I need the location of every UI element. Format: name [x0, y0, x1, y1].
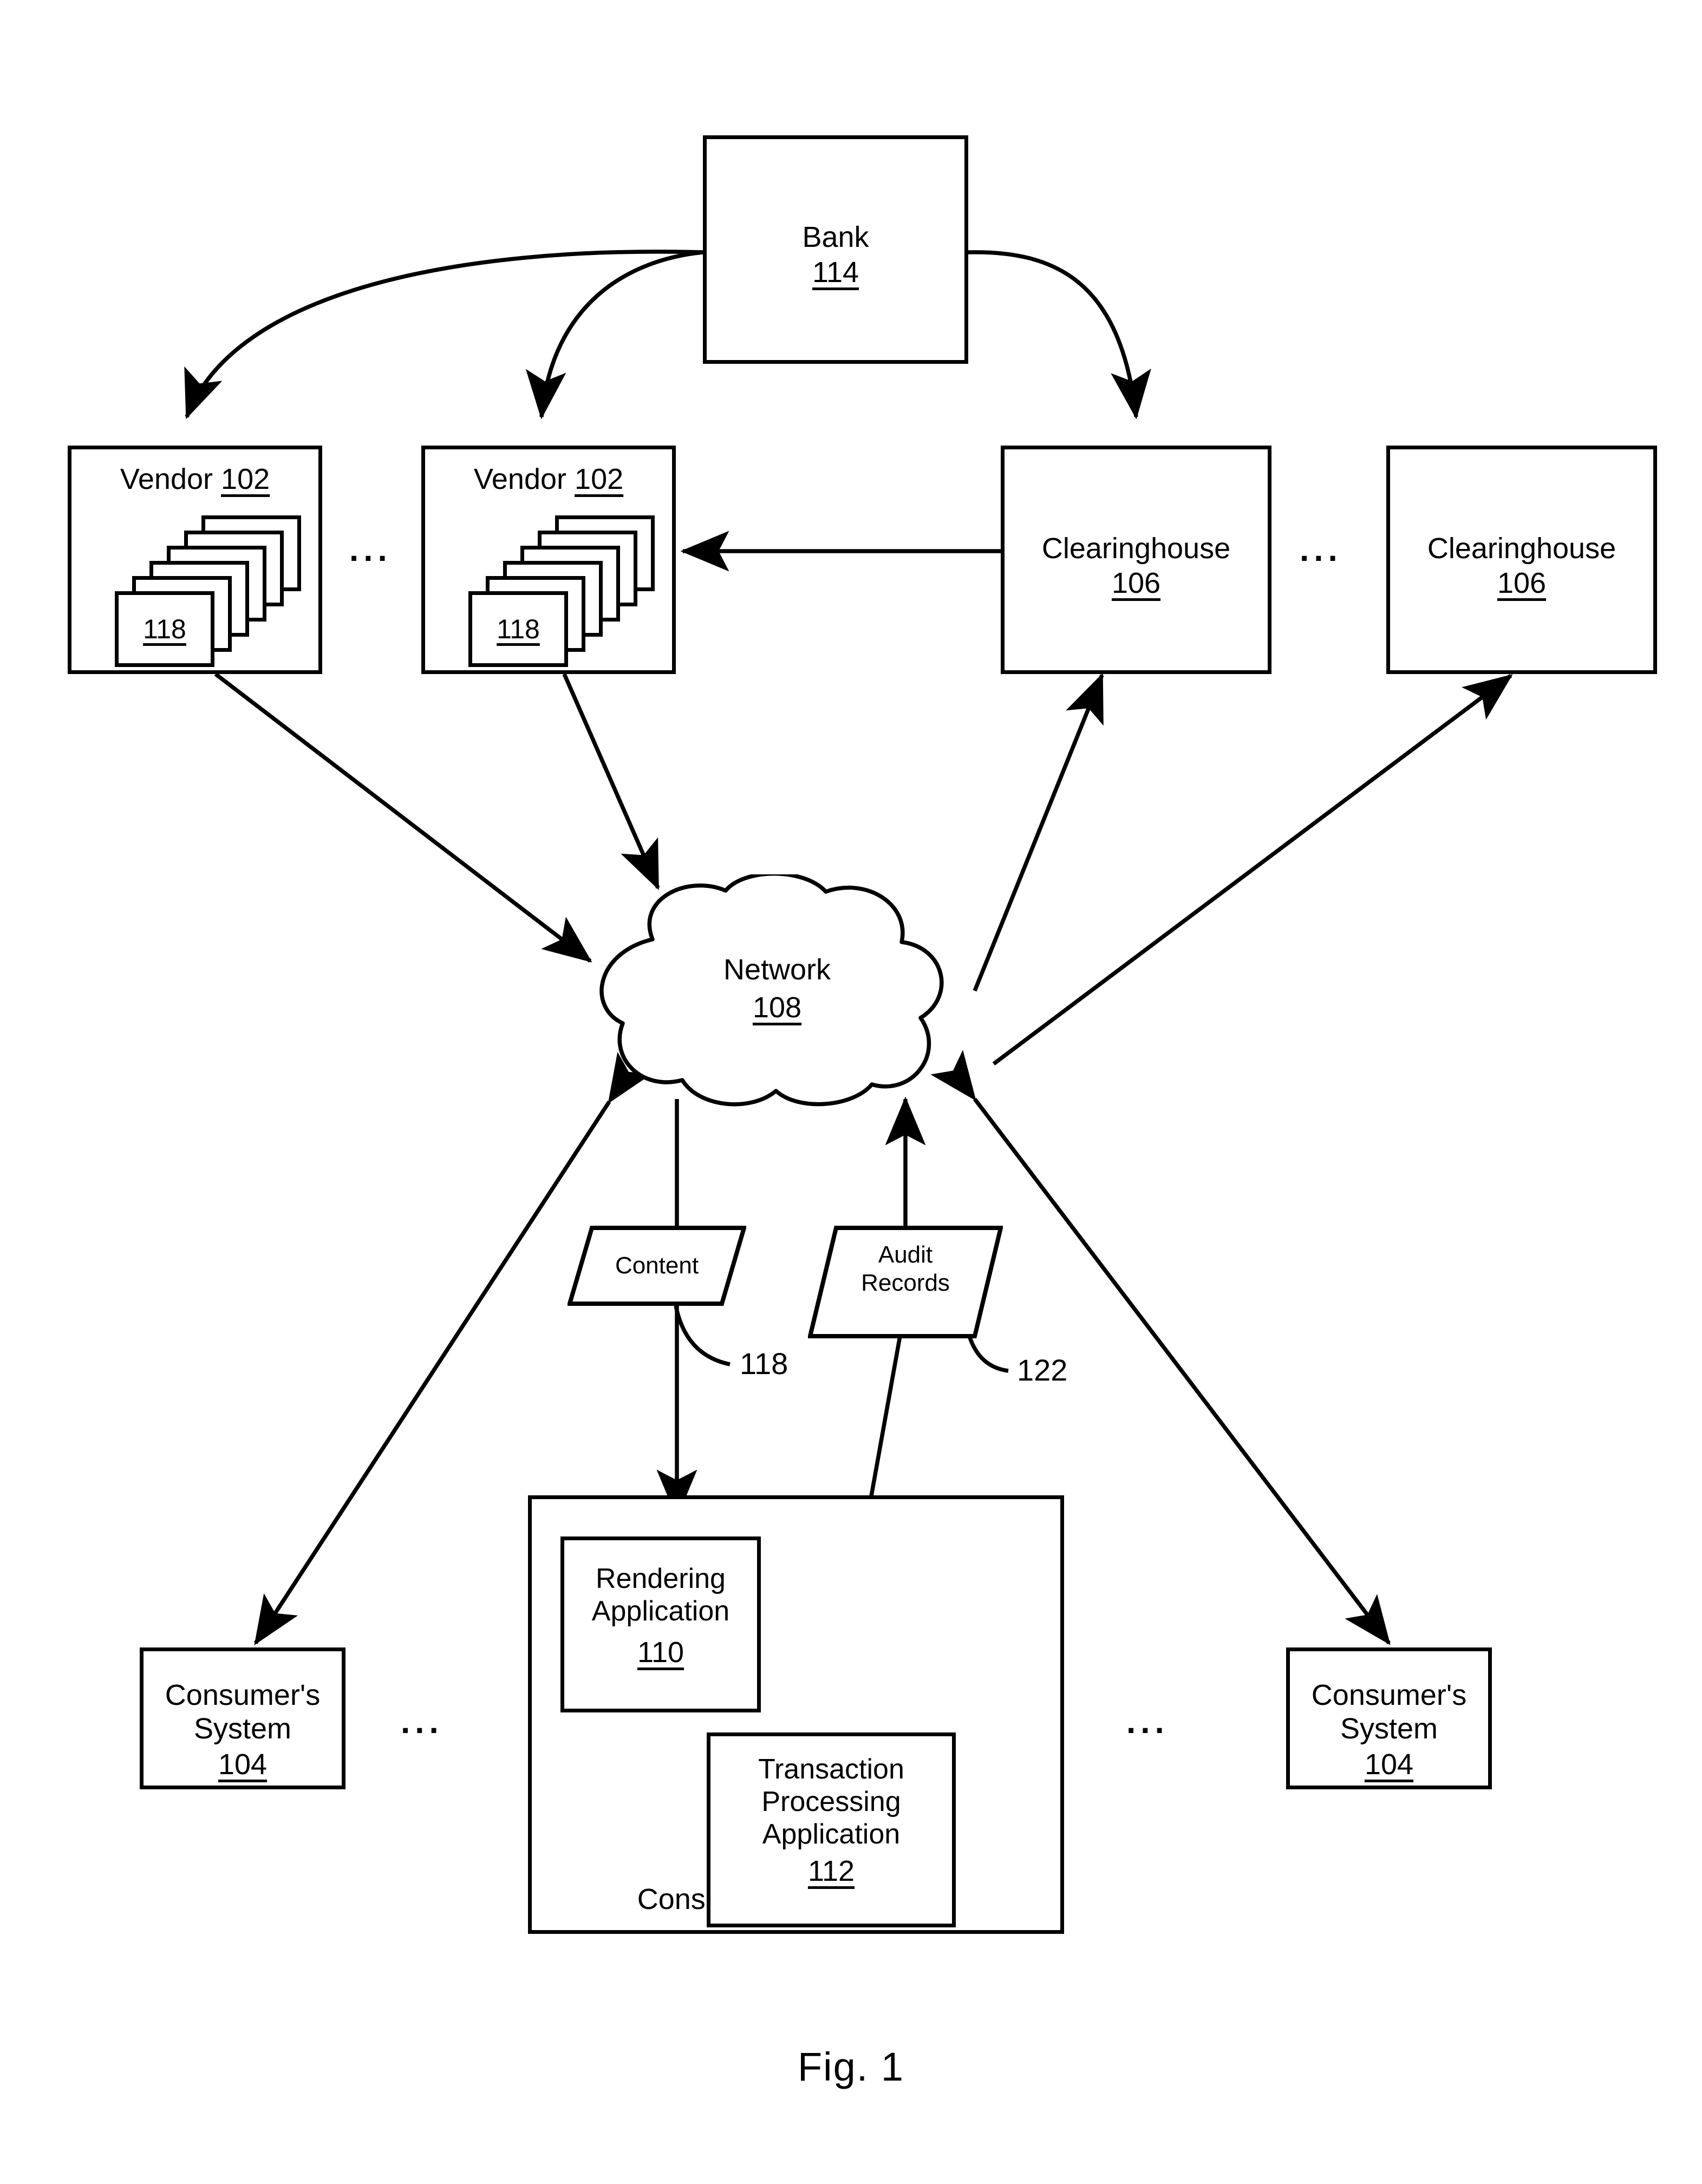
- figure-canvas: Bank 114 Vendor 102 118 ... Vendor 102 1…: [0, 0, 1702, 2184]
- node-rendering-title: Rendering Application: [564, 1563, 757, 1628]
- rendering-line-2: Application: [591, 1595, 730, 1627]
- node-vendor-1[interactable]: Vendor 102 118: [68, 446, 322, 674]
- node-transaction-processing-application[interactable]: Transaction Processing Application 112: [707, 1732, 956, 1927]
- leader-line-122: [967, 1335, 1009, 1373]
- audit-records-line-1: Audit: [878, 1241, 933, 1268]
- leader-label-122: 122: [1017, 1353, 1068, 1387]
- node-vendor-2[interactable]: Vendor 102 118: [421, 446, 676, 674]
- node-bank-ref: 114: [812, 256, 859, 289]
- node-consumer-system-right[interactable]: Consumer's System 104: [1286, 1647, 1492, 1789]
- consumer-left-line-1: Consumer's: [165, 1679, 321, 1711]
- edge-vendor2-to-network: [562, 673, 660, 891]
- figure-caption: Fig. 1: [797, 2044, 905, 2089]
- edge-bank-clearinghouse1: [920, 233, 1151, 420]
- node-rendering-application[interactable]: Rendering Application 110: [560, 1536, 761, 1712]
- audit-records-line-2: Records: [861, 1269, 950, 1296]
- vendor-1-card-front: 118: [115, 591, 214, 667]
- node-clearinghouse-2-title: Clearinghouse: [1427, 532, 1616, 565]
- node-network-label: Network 108: [571, 953, 983, 1024]
- edge-network-to-clearinghouse2: [992, 674, 1513, 1065]
- vendor-2-card-front: 118: [468, 591, 568, 667]
- ellipsis-left-of-detail: ...: [401, 1703, 444, 1741]
- transaction-line-3: Application: [762, 1818, 901, 1850]
- node-consumer-right-title: Consumer's System: [1290, 1678, 1488, 1745]
- ellipsis-between-vendors: ...: [349, 531, 392, 568]
- node-transaction-ref: 112: [807, 1855, 855, 1887]
- leader-line-118: [674, 1305, 731, 1366]
- node-bank[interactable]: Bank 114: [703, 135, 968, 364]
- transaction-line-2: Processing: [761, 1786, 901, 1817]
- consumer-right-line-2: System: [1340, 1712, 1438, 1745]
- node-network-title: Network: [723, 953, 831, 986]
- node-clearinghouse-2[interactable]: Clearinghouse 106: [1386, 446, 1657, 674]
- ellipsis-between-clearinghouses: ...: [1300, 531, 1342, 568]
- edge-vendor1-to-network: [214, 672, 592, 963]
- node-rendering-ref: 110: [637, 1636, 684, 1669]
- node-network-ref: 108: [752, 991, 802, 1024]
- consumer-left-line-2: System: [193, 1712, 292, 1745]
- rendering-line-1: Rendering: [596, 1563, 726, 1594]
- data-object-content-label: Content: [615, 1252, 699, 1279]
- consumer-right-line-1: Consumer's: [1311, 1679, 1467, 1711]
- node-consumer-left-title: Consumer's System: [144, 1678, 342, 1745]
- node-transaction-title: Transaction Processing Application: [710, 1754, 952, 1850]
- edge-network-to-clearinghouse1: [973, 672, 1104, 992]
- node-bank-title: Bank: [802, 221, 869, 253]
- transaction-line-1: Transaction: [758, 1754, 904, 1785]
- vendor-2-card-stack: 118: [425, 449, 672, 670]
- data-object-audit-records-label: Audit Records: [808, 1241, 1003, 1297]
- node-consumer-system-left[interactable]: Consumer's System 104: [140, 1647, 345, 1789]
- vendor-1-card-stack: 118: [71, 449, 318, 670]
- vendor-2-card-ref: 118: [497, 614, 540, 644]
- node-consumer-right-ref: 104: [1364, 1748, 1414, 1781]
- node-clearinghouse-2-ref: 106: [1497, 567, 1547, 599]
- node-clearinghouse-1-title: Clearinghouse: [1041, 532, 1231, 565]
- node-consumer-left-ref: 104: [218, 1748, 268, 1781]
- ellipsis-right-of-detail: ...: [1126, 1703, 1169, 1741]
- vendor-1-card-ref: 118: [143, 614, 186, 644]
- node-clearinghouse-1[interactable]: Clearinghouse 106: [1001, 446, 1271, 674]
- node-clearinghouse-1-ref: 106: [1111, 567, 1161, 599]
- edge-bank-to-vendor2: [525, 250, 703, 420]
- leader-label-118: 118: [740, 1346, 788, 1381]
